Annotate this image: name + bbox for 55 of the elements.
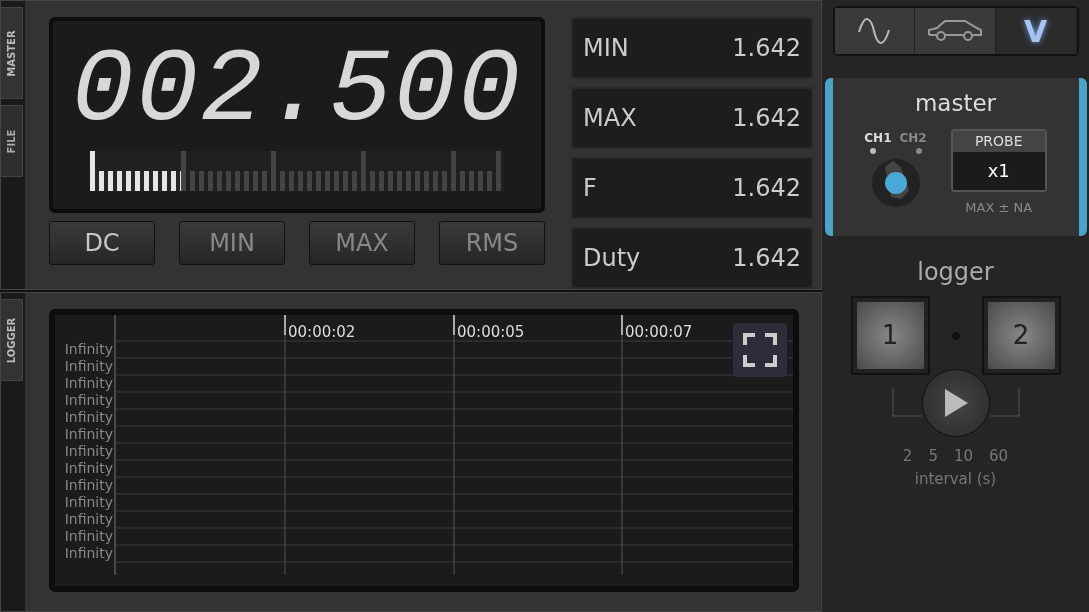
axis-label: 00:00:07 bbox=[625, 322, 693, 343]
axis-label: Infinity bbox=[63, 545, 113, 562]
connector-line bbox=[891, 388, 922, 418]
dial-label: 5 bbox=[928, 446, 938, 467]
meter-reading: 002.500 bbox=[71, 39, 523, 143]
dial-label: 60 bbox=[989, 446, 1009, 467]
connector-line bbox=[989, 388, 1020, 418]
axis-label: Infinity bbox=[63, 460, 113, 477]
stat-label: Duty bbox=[583, 243, 641, 274]
stat-value: 1.642 bbox=[732, 103, 801, 134]
stat-value: 1.642 bbox=[732, 173, 801, 204]
fullscreen-icon bbox=[743, 333, 777, 367]
logger-button[interactable]: 1 bbox=[852, 298, 928, 373]
card-title: master bbox=[914, 89, 997, 118]
axis-label: 00:00:02 bbox=[288, 322, 356, 343]
channel-label[interactable]: CH2 bbox=[899, 128, 927, 147]
mode-button[interactable]: MAX bbox=[309, 221, 415, 265]
stat-value: 1.642 bbox=[732, 243, 801, 274]
car-icon bbox=[927, 18, 983, 44]
mode-button[interactable]: RMS bbox=[439, 221, 545, 265]
axis-label: Infinity bbox=[63, 358, 113, 375]
tab[interactable] bbox=[915, 8, 996, 54]
axis-label: 00:00:05 bbox=[457, 322, 525, 343]
play-icon bbox=[942, 388, 969, 418]
axis-label: Infinity bbox=[63, 375, 113, 392]
logger-title: logger bbox=[917, 257, 994, 288]
logger-button[interactable]: 2 bbox=[983, 298, 1059, 373]
axis-label: Infinity bbox=[63, 426, 113, 443]
side-tab[interactable]: FILE bbox=[1, 105, 23, 177]
dial-label: 2 bbox=[902, 446, 913, 467]
tab[interactable]: V bbox=[995, 8, 1077, 54]
stat-label: F bbox=[583, 173, 597, 204]
stat-label: MAX bbox=[583, 103, 637, 134]
dial-label: 10 bbox=[953, 446, 974, 467]
tab[interactable] bbox=[834, 8, 916, 54]
stat-value: 1.642 bbox=[732, 33, 801, 64]
probe-selector[interactable]: PROBE x1 bbox=[950, 128, 1047, 192]
axis-label: Infinity bbox=[63, 341, 113, 358]
mode-button[interactable]: DC bbox=[49, 221, 155, 265]
axis-label: Infinity bbox=[63, 392, 113, 409]
axis-label: Infinity bbox=[63, 511, 113, 528]
stat-label: MIN bbox=[583, 33, 629, 64]
axis-label: Infinity bbox=[63, 528, 113, 545]
mode-button[interactable]: MIN bbox=[179, 221, 285, 265]
dial-title: interval (s) bbox=[914, 468, 997, 490]
axis-label: Infinity bbox=[63, 443, 113, 460]
channel-label[interactable]: CH1 bbox=[864, 128, 892, 147]
side-tab[interactable]: LOGGER bbox=[1, 299, 23, 381]
axis-label: Infinity bbox=[63, 409, 113, 426]
side-tab[interactable]: MASTER bbox=[1, 7, 23, 99]
fullscreen-button[interactable] bbox=[733, 323, 787, 377]
sine-wave-icon bbox=[857, 18, 892, 44]
axis-label: Infinity bbox=[63, 477, 113, 494]
axis-label: Infinity bbox=[63, 494, 113, 511]
probe-note: MAX ± NA bbox=[965, 198, 1033, 217]
